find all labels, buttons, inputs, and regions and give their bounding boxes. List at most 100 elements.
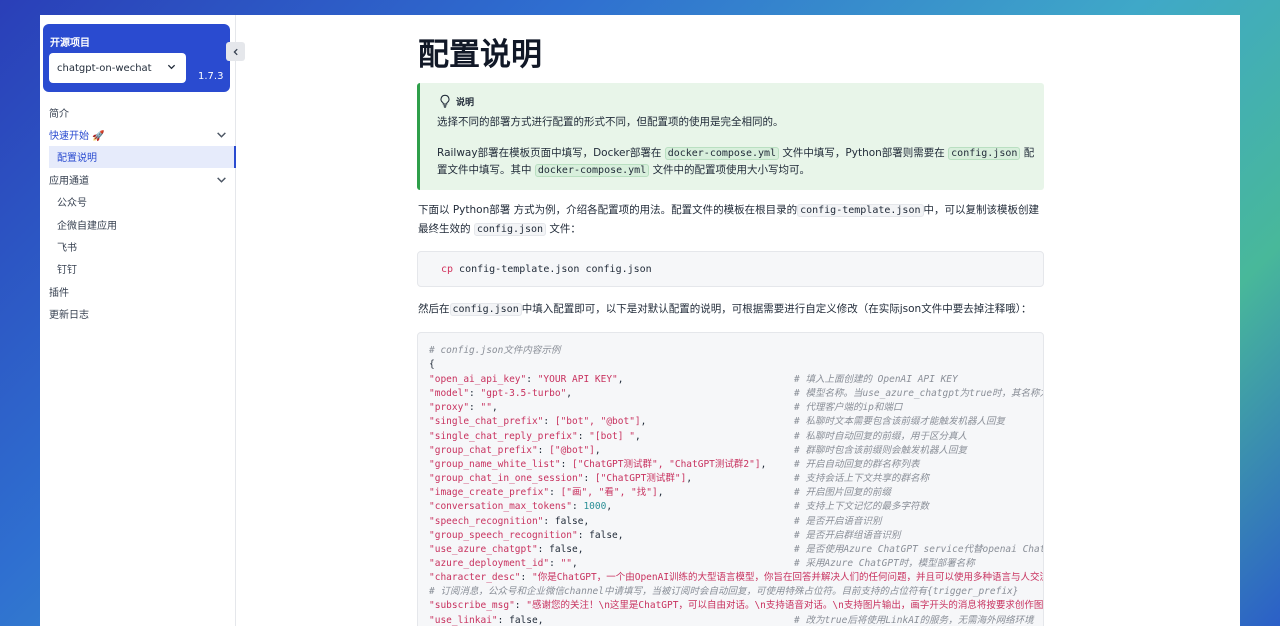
code-value: ["ChatGPT测试群"] [594,473,687,485]
docs-window: 开源项目 chatgpt-on-wechat 1.7.3 简介 快速开始 🚀 配… [40,15,1240,626]
command-code-block[interactable]: cp config-template.json config.json [417,251,1044,287]
project-version: 1.7.3 [198,71,224,82]
sidebar-item-dingtalk[interactable]: 钉钉 [40,258,236,280]
code-comment: # 是否开启群组语音识别 [794,529,901,541]
code-line: "subscribe_msg": "感谢您的关注！\n这里是ChatGPT，可以… [429,599,1044,613]
sidebar-item-channels[interactable]: 应用通道 [40,168,236,190]
code-key: "azure_deployment_id" [429,557,550,569]
code-key: "group_name_white_list" [429,458,561,470]
code-value: "gpt-3.5-turbo" [480,388,567,400]
project-card: 开源项目 chatgpt-on-wechat 1.7.3 [43,24,230,92]
sidebar-item-feishu[interactable]: 飞书 [40,235,236,257]
inline-code: config-template.json [797,204,924,217]
sidebar-item-changelog[interactable]: 更新日志 [40,303,236,325]
code-line: "image_create_prefix": ["画", "看", "找"], [429,487,664,499]
code-line: "use_azure_chatgpt": false, [429,543,584,555]
code-key: "use_linkai" [429,614,498,626]
tip-text-segment: Railway部署在模板页面中填写，Docker部署在 [437,147,662,159]
code-line: "group_speech_recognition": false, [429,529,624,541]
config-code-block[interactable]: # config.json文件内容示例 { "open_ai_api_key":… [417,332,1044,626]
paragraph-segment: 然后在 [418,303,450,315]
code-key: "single_chat_prefix" [429,416,544,428]
code-line: "single_chat_prefix": ["bot", "@bot"], [429,416,647,428]
code-key: "open_ai_api_key" [429,374,527,385]
code-value: ["ChatGPT测试群", "ChatGPT测试群2"] [572,458,761,470]
sidebar-item-wecom[interactable]: 企微自建应用 [40,213,236,235]
code-value: false [509,614,538,626]
code-line: "proxy": "", [429,402,498,414]
inline-code: config.json [473,223,547,236]
code-comment: # 支持上下文记忆的最多字符数 [794,501,929,513]
sidebar-item-quickstart[interactable]: 快速开始 🚀 [40,123,236,145]
inline-code: docker-compose.yml [534,164,650,177]
code-comment: # config.json文件内容示例 [429,345,561,356]
sidebar-nav: 简介 快速开始 🚀 配置说明 应用通道 公众号 企微自建应用 飞书 钉钉 插件 … [40,101,236,325]
tip-text-segment: 文件中填写，Python部署则需要在 [782,147,945,159]
chevron-down-icon[interactable] [216,174,227,185]
sidebar-collapse-button[interactable] [226,42,245,61]
code-key: "single_chat_reply_prefix" [429,430,578,442]
command-keyword: cp [441,263,454,275]
code-value: "" [480,402,492,414]
chevron-left-icon [232,48,238,55]
tip-text-segment: 文件中的配置项使用大小写均可。 [652,164,811,176]
code-comment: # 采用Azure ChatGPT时，模型部署名称 [794,557,975,569]
project-select-value: chatgpt-on-wechat [57,62,152,74]
code-line: "conversation_max_tokens": 1000, [429,501,613,513]
project-select[interactable]: chatgpt-on-wechat [49,53,186,83]
code-comment: # 开启图片回复的前缀 [794,487,891,499]
code-line: "model": "gpt-3.5-turbo", [429,388,573,400]
code-value: 1000 [583,501,607,513]
code-key: "subscribe_msg" [429,600,515,612]
page-title: 配置说明 [418,37,542,73]
sidebar-item-config[interactable]: 配置说明 [49,145,236,169]
code-value: ["@bot"] [549,444,595,456]
code-value: false [554,515,584,527]
code-value: ["bot", "@bot"] [554,416,641,428]
code-comment: # 私聊时文本需要包含该前缀才能触发机器人回复 [794,416,1005,428]
code-comment: # 私聊时自动回复的前缀，用于区分真人 [794,430,967,442]
code-key: "group_chat_prefix" [429,444,538,456]
inline-code: config.json [948,147,1021,160]
code-comment: # 填入上面创建的 OpenAI API KEY [794,374,958,385]
code-comment: # 是否开启语音识别 [794,515,882,527]
command-args: config-template.json config.json [459,263,652,275]
code-key: "group_speech_recognition" [429,529,578,541]
tip-callout: 说明 选择不同的部署方式进行配置的形式不同，但配置项的使用是完全相同的。 Rai… [417,83,1044,190]
config-paragraph: 然后在 config.json 中填入配置即可，以下是对默认配置的说明，可根据需要进… [418,300,1048,319]
inline-code: config.json [449,303,522,316]
tip-heading: 说明 [438,94,474,108]
intro-paragraph: 下面以 Python部署 方式为例，介绍各配置项的用法。配置文件的模板在根目录的… [418,201,1048,239]
sidebar-item-label: 配置说明 [57,153,97,165]
paragraph-segment: 下面以 Python部署 方式为例，介绍各配置项的用法。配置文件的模板在根目录的 [418,204,798,216]
code-brace: { [429,359,435,370]
paragraph-segment: 文件： [549,223,581,235]
inline-code: docker-compose.yml [664,147,780,160]
code-comment: # 订阅消息，公众号和企业微信channel中请填写，当被订阅时会自动回复，可使… [429,586,1019,598]
code-comment: # 群聊时包含该前缀则会触发机器人回复 [794,444,967,456]
chevron-down-icon[interactable] [216,129,227,140]
code-line: "open_ai_api_key": "YOUR API KEY", [429,374,624,385]
code-line: "group_chat_in_one_session": ["ChatGPT测试… [429,473,693,485]
code-key: "model" [429,388,470,400]
code-key: "speech_recognition" [429,515,544,527]
code-value: "[bot] " [589,430,635,442]
code-comment: # 改为true后将使用LinkAI的服务，无需海外网络环境 [794,614,1034,626]
code-key: "use_azure_chatgpt" [429,543,538,555]
sidebar-item-label: 更新日志 [49,310,89,322]
code-value: ["画", "看", "找"] [560,487,658,499]
sidebar-item-plugins[interactable]: 插件 [40,280,236,302]
paragraph-segment: 中填入配置即可，以下是对默认配置的说明，可根据需要进行自定义修改（在实际json… [521,303,1032,315]
code-key: "group_chat_in_one_session" [429,473,584,485]
sidebar-item-wechat-mp[interactable]: 公众号 [40,191,236,213]
sidebar-item-label: 企微自建应用 [57,220,117,232]
code-comment: # 是否使用Azure ChatGPT service代替openai Chat… [794,543,1043,555]
code-key: "proxy" [429,402,470,414]
project-title: 开源项目 [50,38,90,49]
sidebar-item-label: 插件 [49,287,69,299]
sidebar-item-intro[interactable]: 简介 [40,101,236,123]
code-value: "你是ChatGPT，一个由OpenAI训练的大型语言模型，你旨在回答并解决人们… [531,572,1044,584]
code-key: "conversation_max_tokens" [429,501,572,513]
code-value: "感谢您的关注！\n这里是ChatGPT，可以自由对话。\n支持语音对话。\n支… [526,600,1044,612]
sidebar-item-label: 钉钉 [57,265,77,277]
